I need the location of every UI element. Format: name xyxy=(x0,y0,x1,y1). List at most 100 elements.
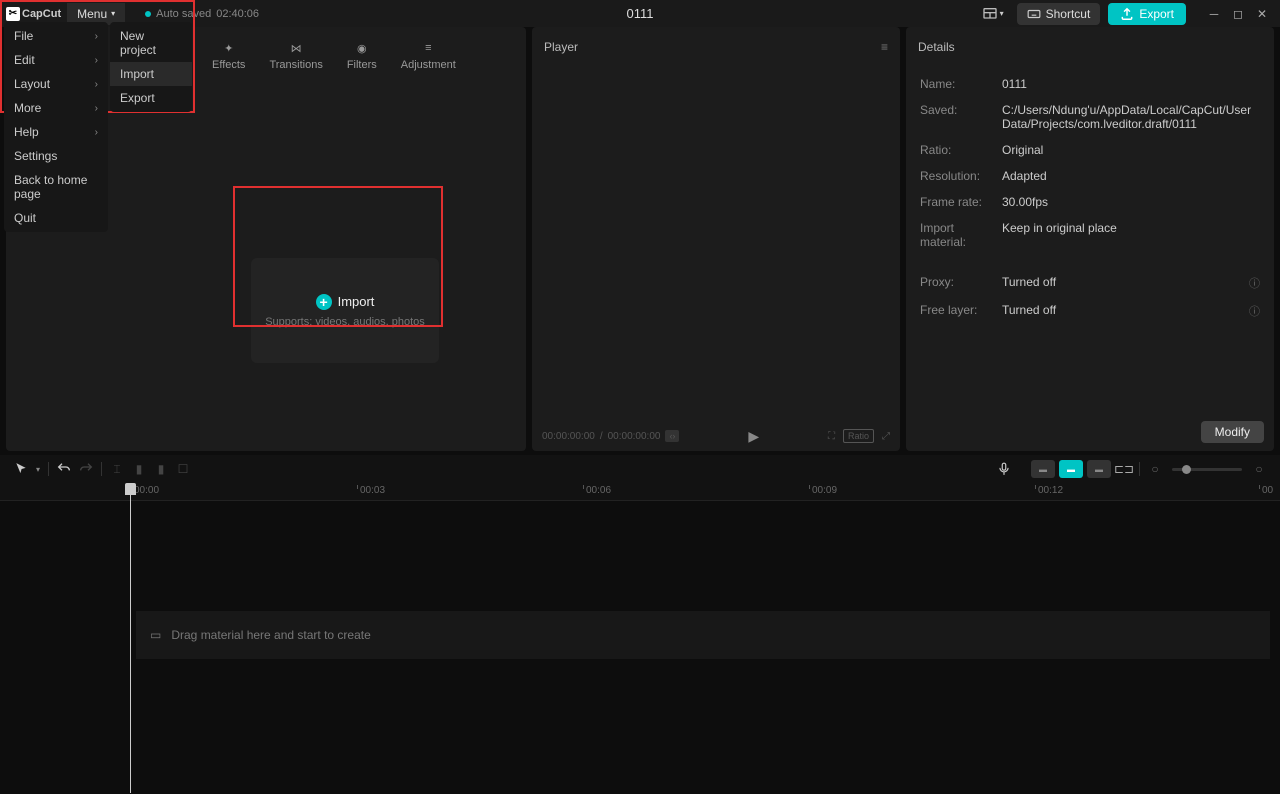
minimize-button[interactable]: ─ xyxy=(1202,2,1226,26)
trim-right-button[interactable]: ▮ xyxy=(150,458,172,480)
autosave-label: Auto saved xyxy=(156,8,211,20)
playhead[interactable] xyxy=(130,483,131,793)
capcut-logo-icon: ✂ xyxy=(6,7,20,21)
align-button[interactable]: ⊏⊐ xyxy=(1113,458,1135,480)
player-panel: Player ≡ 00:00:00:00 / 00:00:00:00 ‹› ▶ … xyxy=(532,27,900,451)
detail-label-ratio: Ratio: xyxy=(920,143,1002,157)
undo-button[interactable] xyxy=(53,458,75,480)
info-icon[interactable]: ⓘ xyxy=(1249,303,1260,319)
redo-button[interactable] xyxy=(75,458,97,480)
detail-value-import: Keep in original place xyxy=(1002,221,1260,235)
detail-label-import: Import material: xyxy=(920,221,1002,249)
expand-time-icon[interactable]: ‹› xyxy=(665,430,679,442)
timeline[interactable]: 00:00 00:03 00:06 00:09 00:12 00 ▭ Drag … xyxy=(0,483,1280,501)
zoom-out[interactable]: ○ xyxy=(1144,458,1166,480)
menu-item-file[interactable]: File› xyxy=(4,24,108,48)
tab-adjustment[interactable]: ≡ Adjustment xyxy=(391,33,466,77)
autosave-dot-icon xyxy=(145,11,151,17)
menu-label: Menu xyxy=(77,7,107,21)
autosave-status: Auto saved 02:40:06 xyxy=(145,8,259,20)
file-submenu-dropdown: New project Import Export xyxy=(110,22,192,112)
player-title: Player xyxy=(544,40,578,54)
menu-item-back-home[interactable]: Back to home page xyxy=(4,168,108,206)
tick: 00:00 xyxy=(134,485,159,496)
submenu-export[interactable]: Export xyxy=(110,86,192,110)
app-name: CapCut xyxy=(22,8,61,20)
pointer-tool[interactable] xyxy=(10,458,32,480)
tab-transitions[interactable]: ⋈ Transitions xyxy=(259,33,332,77)
zoom-in[interactable]: ○ xyxy=(1248,458,1270,480)
zoom-slider[interactable] xyxy=(1172,468,1242,471)
chevron-right-icon: › xyxy=(95,127,98,138)
timeline-dropzone[interactable]: ▭ Drag material here and start to create xyxy=(136,611,1270,659)
player-controls: 00:00:00:00 / 00:00:00:00 ‹› ▶ ⛶ Ratio ⤢ xyxy=(532,421,900,451)
track-toggle-3[interactable]: ▬ xyxy=(1087,460,1111,478)
tab-effects[interactable]: ✦ Effects xyxy=(202,33,255,77)
window-controls: ─ ◻ ✕ xyxy=(1202,2,1274,26)
tick: 00:06 xyxy=(586,485,611,496)
detail-value-framerate: 30.00fps xyxy=(1002,195,1260,209)
chevron-right-icon: › xyxy=(95,31,98,42)
track-toggle-2[interactable]: ▬ xyxy=(1059,460,1083,478)
detail-value-freelayer: Turned off xyxy=(1002,303,1249,317)
play-button[interactable]: ▶ xyxy=(748,428,759,445)
mic-button[interactable] xyxy=(993,458,1015,480)
tick: 00:12 xyxy=(1038,485,1063,496)
tick: 00:09 xyxy=(812,485,837,496)
trim-left-button[interactable]: ▮ xyxy=(128,458,150,480)
tab-filters[interactable]: ◉ Filters xyxy=(337,33,387,77)
layout-icon[interactable]: ▾ xyxy=(977,2,1009,26)
details-title: Details xyxy=(918,40,955,54)
main-menu-dropdown: File› Edit› Layout› More› Help› Settings… xyxy=(4,22,108,232)
close-button[interactable]: ✕ xyxy=(1250,2,1274,26)
import-subtitle: Supports: videos, audios, photos xyxy=(265,316,425,328)
detail-value-resolution: Adapted xyxy=(1002,169,1260,183)
tick: 00 xyxy=(1262,485,1273,496)
export-button[interactable]: Export xyxy=(1108,3,1186,25)
menu-item-more[interactable]: More› xyxy=(4,96,108,120)
circles-icon: ◉ xyxy=(353,39,371,57)
submenu-import[interactable]: Import xyxy=(110,62,192,86)
import-dropzone[interactable]: + Import Supports: videos, audios, photo… xyxy=(251,258,439,363)
chevron-right-icon: › xyxy=(95,103,98,114)
player-menu-icon[interactable]: ≡ xyxy=(881,40,888,54)
scale-icon[interactable]: ⛶ xyxy=(828,431,835,442)
app-logo: ✂ CapCut xyxy=(0,7,67,21)
shortcut-button[interactable]: Shortcut xyxy=(1017,3,1101,25)
detail-label-freelayer: Free layer: xyxy=(920,303,1002,317)
menu-item-edit[interactable]: Edit› xyxy=(4,48,108,72)
autosave-time: 02:40:06 xyxy=(216,8,259,20)
info-icon[interactable]: ⓘ xyxy=(1249,275,1260,291)
bowtie-icon: ⋈ xyxy=(287,39,305,57)
time-current: 00:00:00:00 xyxy=(542,431,595,442)
split-button[interactable]: ⌶ xyxy=(106,458,128,480)
delete-button[interactable]: ☐ xyxy=(172,458,194,480)
sliders-icon: ≡ xyxy=(419,39,437,57)
track-toggle-1[interactable]: ▬ xyxy=(1031,460,1055,478)
menu-item-help[interactable]: Help› xyxy=(4,120,108,144)
ratio-button[interactable]: Ratio xyxy=(843,429,874,443)
detail-label-proxy: Proxy: xyxy=(920,275,1002,289)
sparkle-icon: ✦ xyxy=(220,39,238,57)
timeline-ruler[interactable]: 00:00 00:03 00:06 00:09 00:12 00 xyxy=(0,483,1280,501)
menu-item-settings[interactable]: Settings xyxy=(4,144,108,168)
detail-value-name: 0111 xyxy=(1002,77,1260,91)
import-label: Import xyxy=(338,294,375,309)
keyboard-icon xyxy=(1027,7,1041,21)
detail-label-resolution: Resolution: xyxy=(920,169,1002,183)
detail-label-saved: Saved: xyxy=(920,103,1002,117)
titlebar: ✂ CapCut Menu ▾ Auto saved 02:40:06 0111… xyxy=(0,0,1280,27)
player-viewport[interactable] xyxy=(532,57,900,421)
detail-value-proxy: Turned off xyxy=(1002,275,1249,289)
submenu-new-project[interactable]: New project xyxy=(110,24,192,62)
chevron-right-icon: › xyxy=(95,55,98,66)
menu-item-quit[interactable]: Quit xyxy=(4,206,108,230)
tick: 00:03 xyxy=(360,485,385,496)
pointer-dropdown[interactable]: ▾ xyxy=(32,458,44,480)
detail-label-framerate: Frame rate: xyxy=(920,195,1002,209)
menu-item-layout[interactable]: Layout› xyxy=(4,72,108,96)
media-icon: ▭ xyxy=(150,628,161,642)
maximize-button[interactable]: ◻ xyxy=(1226,2,1250,26)
fullscreen-icon[interactable]: ⤢ xyxy=(882,431,890,442)
modify-button[interactable]: Modify xyxy=(1201,421,1264,443)
